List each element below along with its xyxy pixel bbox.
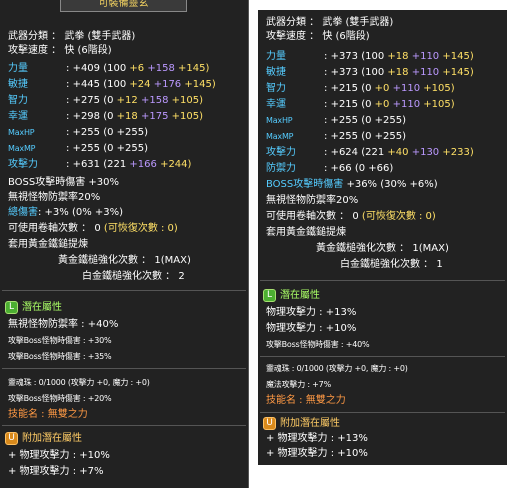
left-item-tooltip: 可裝備靈玄 武器分類 ： 武拳 (雙手武器) 攻擊速度 ： 快 (6階段) 力量…: [0, 0, 249, 488]
additional-line: + 物理攻擊力 : +10%: [8, 450, 110, 461]
potential-line: 無視怪物防禦率 : +40%: [8, 319, 119, 330]
divider: [260, 356, 505, 357]
stat-str: 力量: +409 (100 +6 +158 +145): [8, 63, 210, 74]
scroll-count: 可使用卷軸次數 ： 0 (可恢復次數 : 0): [8, 223, 178, 234]
skill-name: 技能名 : 無雙之力: [266, 395, 346, 406]
right-item-tooltip: 武器分類 ： 武拳 (雙手武器) 攻擊速度 ： 快 (6階段) 力量: +373…: [258, 10, 507, 465]
scroll-count: 可使用卷軸次數 ： 0 (可恢復次數 : 0): [266, 211, 436, 222]
soul-weapon: 靈魂珠 : 0/1000 (攻擊力 +0, 魔力 : +0): [266, 364, 408, 373]
platinum-hammer-count: 白金鐵槌強化次數 ： 1: [340, 259, 443, 270]
soul-weapon: 靈魂珠 : 0/1000 (攻擊力 +0, 魔力 : +0): [8, 378, 150, 387]
additional-line: + 物理攻擊力 : +13%: [266, 433, 368, 444]
divider: [2, 290, 246, 291]
stat-maxhp: MaxHP: +255 (0 +255): [8, 127, 149, 138]
stat-luk: 幸運: +215 (0 +0 +110 +105): [266, 99, 455, 110]
divider: [260, 280, 505, 281]
additional-grade-icon: U: [263, 416, 276, 430]
stat-attack: 攻擊力: +624 (221 +40 +130 +233): [266, 147, 474, 158]
potential-line: 攻擊Boss怪物時傷害 : +35%: [8, 352, 112, 361]
divider: [2, 368, 246, 369]
ignore-defense: 無視怪物防禦率20%: [266, 195, 359, 206]
potential-grade-icon: L: [5, 300, 18, 314]
stat-str: 力量: +373 (100 +18 +110 +145): [266, 51, 474, 62]
weapon-type: 武器分類 ： 武拳 (雙手武器): [8, 31, 136, 42]
stat-int: 智力: +275 (0 +12 +158 +105): [8, 95, 203, 106]
stat-maxmp: MaxMP: +255 (0 +255): [8, 143, 149, 154]
equip-soul-button[interactable]: 可裝備靈玄: [60, 0, 187, 12]
additional-potential-header: U 附加潛在屬性: [263, 416, 340, 432]
total-damage: 總傷害: +3% (0% +3%): [8, 207, 124, 218]
platinum-hammer-count: 白金鐵槌強化次數 ： 2: [82, 271, 185, 282]
potential-line: 攻擊Boss怪物時傷害 : +30%: [8, 336, 112, 345]
golden-hammer: 套用黃金鐵鎚提煉: [266, 227, 346, 238]
potential-grade-icon: L: [263, 288, 276, 302]
skill-name: 技能名 : 無雙之力: [8, 409, 88, 420]
soul-effect: 魔法攻擊力 : +7%: [266, 380, 331, 389]
potential-line: 攻擊Boss怪物時傷害 : +40%: [266, 340, 370, 349]
divider: [2, 425, 246, 426]
gold-hammer-count: 黃金鐵槌強化次數 ： 1(MAX): [58, 255, 191, 266]
boss-damage: BOSS攻擊時傷害 +36% (30% +6%): [266, 179, 438, 190]
gold-hammer-count: 黃金鐵槌強化次數 ： 1(MAX): [316, 243, 449, 254]
attack-speed: 攻擊速度 ： 快 (6階段): [266, 31, 370, 42]
potential-header: L 潛在屬性: [263, 288, 320, 304]
golden-hammer: 套用黃金鐵鎚提煉: [8, 239, 88, 250]
stat-maxhp: MaxHP: +255 (0 +255): [266, 115, 407, 126]
ignore-defense: 無視怪物防禦率20%: [8, 192, 101, 203]
potential-line: 物理攻擊力 : +13%: [266, 307, 357, 318]
stat-defense: 防禦力: +66 (0 +66): [266, 163, 394, 174]
stat-luk: 幸運: +298 (0 +18 +175 +105): [8, 111, 203, 122]
potential-line: 物理攻擊力 : +10%: [266, 323, 357, 334]
stat-int: 智力: +215 (0 +0 +110 +105): [266, 83, 455, 94]
additional-line: + 物理攻擊力 : +7%: [8, 466, 104, 477]
stat-maxmp: MaxMP: +255 (0 +255): [266, 131, 407, 142]
soul-effect: 攻擊Boss怪物時傷害 : +20%: [8, 394, 112, 403]
stat-attack: 攻擊力: +631 (221 +166 +244): [8, 159, 192, 170]
additional-line: + 物理攻擊力 : +10%: [266, 448, 368, 459]
divider: [260, 412, 505, 413]
boss-damage: BOSS攻擊時傷害 +30%: [8, 177, 120, 188]
stat-dex: 敏捷: +445 (100 +24 +176 +145): [8, 79, 216, 90]
weapon-type: 武器分類 ： 武拳 (雙手武器): [266, 17, 394, 28]
additional-grade-icon: U: [5, 431, 18, 445]
additional-potential-header: U 附加潛在屬性: [5, 431, 82, 447]
attack-speed: 攻擊速度 ： 快 (6階段): [8, 45, 112, 56]
stat-dex: 敏捷: +373 (100 +18 +110 +145): [266, 67, 474, 78]
potential-header: L 潛在屬性: [5, 300, 62, 316]
